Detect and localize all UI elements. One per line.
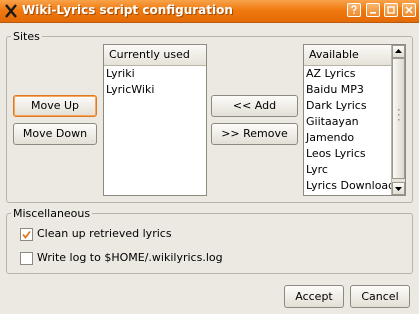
scrollbar-thumb[interactable] xyxy=(392,58,405,179)
list-item[interactable]: Dark Lyrics xyxy=(304,98,405,114)
list-item[interactable]: Giitaayan xyxy=(304,114,405,130)
title-bar[interactable]: Wiki-Lyrics script configuration xyxy=(0,0,419,23)
cleanup-checkbox[interactable] xyxy=(20,228,33,241)
accept-button[interactable]: Accept xyxy=(284,285,344,308)
config-window: Wiki-Lyrics script configuration Sites C… xyxy=(0,0,419,314)
minimize-icon[interactable] xyxy=(366,3,380,17)
remove-button[interactable]: >> Remove xyxy=(211,123,298,145)
list-item[interactable]: AZ Lyrics xyxy=(304,66,405,82)
close-icon[interactable] xyxy=(402,3,416,17)
write-log-label[interactable]: Write log to $HOME/.wikilyrics.log xyxy=(37,251,223,264)
currently-used-list[interactable]: Currently used Lyriki LyricWiki xyxy=(103,44,207,196)
list-item[interactable]: Lyrics Download xyxy=(304,178,405,194)
help-icon[interactable] xyxy=(347,3,361,17)
available-list[interactable]: Available AZ Lyrics Baidu MP3 Dark Lyric… xyxy=(303,44,406,196)
scroll-up-arrow-icon[interactable] xyxy=(392,45,405,58)
window-title: Wiki-Lyrics script configuration xyxy=(22,3,233,17)
scroll-down-arrow-icon[interactable] xyxy=(392,182,405,195)
cleanup-label[interactable]: Clean up retrieved lyrics xyxy=(37,227,172,240)
cancel-button[interactable]: Cancel xyxy=(350,285,410,308)
checkmark-icon xyxy=(22,230,31,239)
list-item[interactable]: Lyriki xyxy=(104,66,206,82)
misc-group-label: Miscellaneous xyxy=(13,207,91,220)
write-log-checkbox[interactable] xyxy=(20,252,33,265)
currently-used-header[interactable]: Currently used xyxy=(104,45,206,66)
available-scrollbar[interactable] xyxy=(391,45,405,195)
list-item[interactable]: Lyrc xyxy=(304,162,405,178)
list-item[interactable]: Jamendo xyxy=(304,130,405,146)
list-item[interactable]: Baidu MP3 xyxy=(304,82,405,98)
available-header[interactable]: Available xyxy=(304,45,391,66)
app-logo-icon[interactable] xyxy=(3,3,19,19)
move-down-button[interactable]: Move Down xyxy=(13,123,97,145)
list-item[interactable]: Leos Lyrics xyxy=(304,146,405,162)
list-item[interactable]: LyricWiki xyxy=(104,82,206,98)
move-up-button[interactable]: Move Up xyxy=(13,95,97,117)
maximize-icon[interactable] xyxy=(384,3,398,17)
add-button[interactable]: << Add xyxy=(211,95,298,117)
sites-group-label: Sites xyxy=(13,30,40,43)
